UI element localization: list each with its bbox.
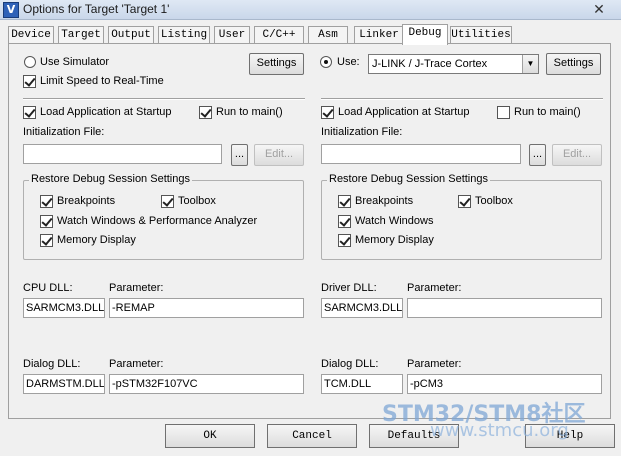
simulator-settings-button[interactable]: Settings — [249, 53, 304, 75]
tab-output[interactable]: Output — [108, 26, 154, 44]
init-file-label-left: Initialization File: — [23, 126, 105, 138]
load-app-label-left: Load Application at Startup — [40, 106, 172, 118]
dialog-param-input-right[interactable]: -pCM3 — [407, 374, 602, 394]
toolbox-label-right: Toolbox — [475, 195, 513, 207]
use-simulator-radio[interactable] — [24, 56, 36, 68]
cpu-dll-label: CPU DLL: — [23, 282, 73, 294]
init-file-label-right: Initialization File: — [321, 126, 403, 138]
toolbox-label-left: Toolbox — [178, 195, 216, 207]
separator — [23, 98, 305, 100]
run-to-main-checkbox-left[interactable] — [199, 106, 212, 119]
window-title: Options for Target 'Target 1' — [23, 2, 170, 16]
load-app-checkbox-right[interactable] — [321, 106, 334, 119]
toolbox-checkbox-right[interactable] — [458, 195, 471, 208]
run-to-main-label-left: Run to main() — [216, 106, 283, 118]
restore-group-title-right: Restore Debug Session Settings — [327, 173, 490, 185]
breakpoints-checkbox-right[interactable] — [338, 195, 351, 208]
driver-dll-label: Driver DLL: — [321, 282, 377, 294]
use-driver-radio[interactable] — [320, 56, 332, 68]
tab-debug[interactable]: Debug — [402, 24, 448, 45]
use-simulator-label: Use Simulator — [40, 56, 110, 68]
load-app-checkbox-left[interactable] — [23, 106, 36, 119]
limit-speed-label: Limit Speed to Real-Time — [40, 75, 164, 87]
memory-checkbox-right[interactable] — [338, 234, 351, 247]
tab-target[interactable]: Target — [58, 26, 104, 44]
ok-button[interactable]: OK — [165, 424, 255, 448]
dialog-param-label-right: Parameter: — [407, 358, 462, 370]
memory-label-right: Memory Display — [355, 234, 434, 246]
use-label: Use: — [337, 56, 360, 68]
tab-c-cpp[interactable]: C/C++ — [254, 26, 304, 44]
dialog-dll-input-left[interactable]: DARMSTM.DLL — [23, 374, 105, 394]
run-to-main-label-right: Run to main() — [514, 106, 581, 118]
watch-checkbox-left[interactable] — [40, 215, 53, 228]
separator — [321, 98, 603, 100]
dialog-dll-label-right: Dialog DLL: — [321, 358, 379, 370]
dialog-param-label-left: Parameter: — [109, 358, 164, 370]
tab-device[interactable]: Device — [8, 26, 54, 44]
watermark-url-text: www.stmcu.org — [430, 420, 569, 441]
tab-utilities[interactable]: Utilities — [450, 26, 512, 44]
run-to-main-checkbox-right[interactable] — [497, 106, 510, 119]
memory-checkbox-left[interactable] — [40, 234, 53, 247]
tab-asm[interactable]: Asm — [308, 26, 348, 44]
edit-init-button-left[interactable]: Edit... — [254, 144, 304, 166]
driver-dll-input[interactable]: SARMCM3.DLL — [321, 298, 403, 318]
browse-init-button-left[interactable]: ... — [231, 144, 248, 166]
limit-speed-checkbox[interactable] — [23, 75, 36, 88]
driver-select[interactable]: J-LINK / J-Trace Cortex ▼ — [368, 54, 539, 74]
dialog-dll-input-right[interactable]: TCM.DLL — [321, 374, 403, 394]
edit-init-button-right[interactable]: Edit... — [552, 144, 602, 166]
close-icon[interactable]: ✕ — [587, 1, 611, 17]
breakpoints-label-right: Breakpoints — [355, 195, 414, 207]
dialog-dll-label-left: Dialog DLL: — [23, 358, 81, 370]
tab-user[interactable]: User — [214, 26, 250, 44]
chevron-down-icon[interactable]: ▼ — [522, 55, 538, 73]
restore-group-title-left: Restore Debug Session Settings — [29, 173, 192, 185]
driver-settings-button[interactable]: Settings — [546, 53, 601, 75]
cpu-param-label: Parameter: — [109, 282, 164, 294]
breakpoints-label-left: Breakpoints — [57, 195, 116, 207]
breakpoints-checkbox-left[interactable] — [40, 195, 53, 208]
memory-label-left: Memory Display — [57, 234, 136, 246]
title-bar: V Options for Target 'Target 1' ✕ — [0, 0, 621, 20]
driver-param-input[interactable] — [407, 298, 602, 318]
tab-linker[interactable]: Linker — [354, 26, 404, 44]
driver-select-value: J-LINK / J-Trace Cortex — [372, 58, 488, 70]
init-file-input-left[interactable] — [23, 144, 222, 164]
watch-checkbox-right[interactable] — [338, 215, 351, 228]
driver-param-label: Parameter: — [407, 282, 462, 294]
cpu-dll-input[interactable]: SARMCM3.DLL — [23, 298, 105, 318]
init-file-input-right[interactable] — [321, 144, 521, 164]
browse-init-button-right[interactable]: ... — [529, 144, 546, 166]
cpu-param-input[interactable]: -REMAP — [109, 298, 304, 318]
app-icon: V — [3, 2, 19, 18]
cancel-button[interactable]: Cancel — [267, 424, 357, 448]
watch-label-left: Watch Windows & Performance Analyzer — [57, 215, 258, 227]
load-app-label-right: Load Application at Startup — [338, 106, 470, 118]
tab-listing[interactable]: Listing — [158, 26, 210, 44]
toolbox-checkbox-left[interactable] — [161, 195, 174, 208]
watch-label-right: Watch Windows — [355, 215, 434, 227]
dialog-param-input-left[interactable]: -pSTM32F107VC — [109, 374, 304, 394]
debug-options-panel: Use Simulator Settings Limit Speed to Re… — [8, 43, 611, 419]
